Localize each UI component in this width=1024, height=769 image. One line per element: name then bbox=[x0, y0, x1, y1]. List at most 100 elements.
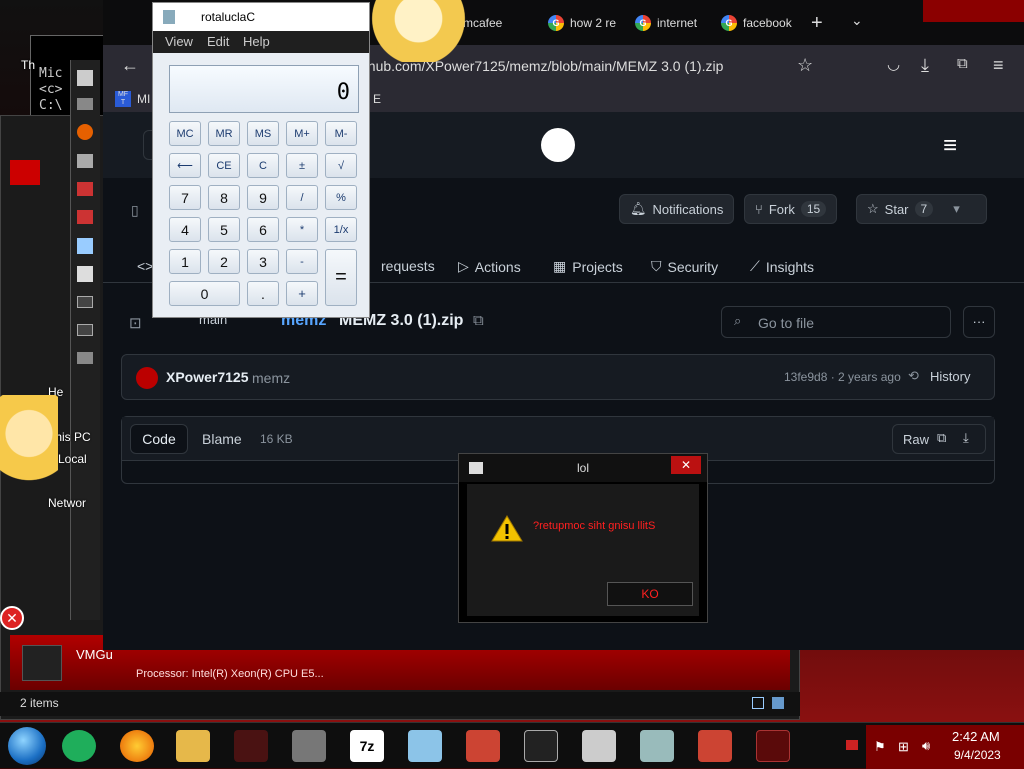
backspace-button[interactable]: ⟵ bbox=[169, 153, 201, 178]
tab-pull-requests[interactable]: requests bbox=[381, 258, 435, 274]
notepad-icon[interactable] bbox=[77, 238, 93, 254]
firefox-icon[interactable] bbox=[120, 730, 154, 762]
fork-button[interactable]: ⑂ Fork 15 bbox=[744, 194, 838, 224]
commit-author[interactable]: XPower7125 bbox=[166, 369, 249, 385]
plus-button[interactable]: + bbox=[286, 281, 318, 306]
calculator-icon[interactable] bbox=[756, 730, 790, 762]
tray-arrow-icon[interactable] bbox=[846, 740, 858, 750]
tab-insights[interactable]: ⟋ Insights bbox=[750, 258, 814, 275]
toolbox-icon[interactable] bbox=[698, 730, 732, 762]
commit-message[interactable]: memz bbox=[252, 370, 290, 386]
more-options-button[interactable]: ··· bbox=[963, 306, 995, 338]
avatar[interactable] bbox=[136, 367, 158, 389]
7zip-icon[interactable]: 7z bbox=[350, 730, 384, 762]
blame-tab[interactable]: Blame bbox=[202, 431, 242, 447]
negate-button[interactable]: ± bbox=[286, 153, 318, 178]
tab-how2[interactable]: G how 2 re bbox=[548, 8, 616, 38]
digit-0-button[interactable]: 0 bbox=[169, 281, 240, 306]
ce-button[interactable]: CE bbox=[208, 153, 240, 178]
window-icon[interactable] bbox=[77, 154, 93, 168]
digit-6-button[interactable]: 6 bbox=[247, 217, 279, 242]
history-link[interactable]: History bbox=[930, 369, 970, 384]
star-button[interactable]: ☆ Star 7 ▾ bbox=[856, 194, 987, 224]
calculator-titlebar[interactable]: rotaluclaC bbox=[153, 3, 369, 31]
wall-icon[interactable] bbox=[292, 730, 326, 762]
github-logo-icon[interactable] bbox=[541, 128, 575, 162]
menu-icon[interactable]: ≡ bbox=[943, 132, 957, 160]
digit-3-button[interactable]: 3 bbox=[247, 249, 279, 274]
network-icon[interactable] bbox=[640, 730, 674, 762]
m-plus-button[interactable]: M+ bbox=[286, 121, 318, 146]
clock-time[interactable]: 2:42 AM bbox=[952, 729, 1000, 744]
menu-view[interactable]: View bbox=[165, 34, 193, 49]
ms-button[interactable]: MS bbox=[247, 121, 279, 146]
clear-button[interactable]: C bbox=[247, 153, 279, 178]
document-icon[interactable] bbox=[77, 266, 93, 282]
code-tab[interactable]: Code bbox=[130, 424, 188, 454]
digit-9-button[interactable]: 9 bbox=[247, 185, 279, 210]
mc-button[interactable]: MC bbox=[169, 121, 201, 146]
copy-icon[interactable]: ⧉ bbox=[937, 430, 946, 446]
flag-icon[interactable]: ⚑ bbox=[874, 739, 886, 755]
sqrt-button[interactable]: √ bbox=[325, 153, 357, 178]
window-controls[interactable] bbox=[923, 0, 1024, 22]
ok-button[interactable]: KO bbox=[607, 582, 693, 606]
file-tree-toggle-icon[interactable]: ⊡ bbox=[129, 314, 142, 332]
network-tray-icon[interactable]: ⊞ bbox=[898, 739, 909, 755]
copy-path-icon[interactable]: ⧉ bbox=[473, 312, 484, 329]
dialog-titlebar[interactable]: lol ✕ bbox=[459, 454, 707, 482]
clock-date[interactable]: 9/4/2023 bbox=[954, 748, 1001, 762]
pocket-icon[interactable]: ◡ bbox=[887, 55, 900, 73]
tab-internet[interactable]: G internet bbox=[635, 8, 697, 38]
7zip-icon[interactable] bbox=[77, 98, 93, 110]
extensions-icon[interactable]: ⧉ bbox=[957, 55, 968, 72]
toolbox-icon[interactable] bbox=[234, 730, 268, 762]
digit-2-button[interactable]: 2 bbox=[208, 249, 240, 274]
calculator-window[interactable]: rotaluclaC View Edit Help 0 MC MR MS M+ … bbox=[152, 2, 370, 318]
firefox-icon[interactable] bbox=[77, 124, 93, 140]
bookmark-favicon[interactable]: MF T bbox=[115, 91, 131, 107]
close-icon[interactable]: ✕ bbox=[671, 456, 701, 474]
menu-help[interactable]: Help bbox=[243, 34, 270, 49]
bookmark-label[interactable]: MI bbox=[137, 92, 150, 106]
new-tab-plus-icon[interactable]: + bbox=[811, 12, 823, 35]
tab-list-chevron-icon[interactable]: ⌄ bbox=[851, 12, 863, 29]
menu-edit[interactable]: Edit bbox=[207, 34, 229, 49]
notepad-icon[interactable] bbox=[408, 730, 442, 762]
notes-icon[interactable] bbox=[62, 730, 96, 762]
toolbox-icon[interactable] bbox=[466, 730, 500, 762]
raw-button[interactable]: Raw bbox=[903, 432, 929, 447]
bookmark-label[interactable]: E bbox=[373, 92, 381, 106]
start-orb-icon[interactable] bbox=[8, 727, 46, 765]
tab-facebook[interactable]: G facebook bbox=[721, 8, 792, 38]
toolbox-icon[interactable] bbox=[77, 182, 93, 196]
window-icon[interactable] bbox=[582, 730, 616, 762]
back-arrow-icon[interactable]: ← bbox=[121, 55, 139, 76]
notifications-button[interactable]: 🔔︎ Notifications bbox=[619, 194, 735, 224]
cmd-icon[interactable] bbox=[77, 324, 93, 336]
message-dialog[interactable]: lol ✕ ?retupmoc siht gnisu llitS KO bbox=[458, 453, 708, 623]
toolbox-icon[interactable] bbox=[77, 210, 93, 224]
wall-icon[interactable] bbox=[77, 352, 93, 364]
cmd-icon[interactable] bbox=[77, 296, 93, 308]
divide-button[interactable]: / bbox=[286, 185, 318, 210]
digit-5-button[interactable]: 5 bbox=[208, 217, 240, 242]
image-icon[interactable] bbox=[77, 70, 93, 86]
tab-actions[interactable]: ▷ Actions bbox=[458, 258, 521, 275]
explorer-icon[interactable] bbox=[176, 730, 210, 762]
cmd-icon[interactable] bbox=[524, 730, 558, 762]
digit-8-button[interactable]: 8 bbox=[208, 185, 240, 210]
decimal-button[interactable]: . bbox=[247, 281, 279, 306]
multiply-button[interactable]: * bbox=[286, 217, 318, 242]
chevron-down-icon[interactable]: ▾ bbox=[953, 201, 960, 217]
tab-security[interactable]: ⛉ Security bbox=[651, 258, 718, 275]
download-icon[interactable]: ⤓ bbox=[963, 430, 969, 446]
details-view-icon[interactable] bbox=[752, 697, 764, 709]
digit-1-button[interactable]: 1 bbox=[169, 249, 201, 274]
code-icon[interactable]: <> bbox=[137, 258, 153, 274]
tab-projects[interactable]: ▦ Projects bbox=[553, 258, 623, 275]
tiles-view-icon[interactable] bbox=[772, 697, 784, 709]
percent-button[interactable]: % bbox=[325, 185, 357, 210]
downloads-icon[interactable]: ⤓ bbox=[921, 55, 929, 76]
commit-meta[interactable]: 13fe9d8 · 2 years ago bbox=[784, 370, 901, 384]
